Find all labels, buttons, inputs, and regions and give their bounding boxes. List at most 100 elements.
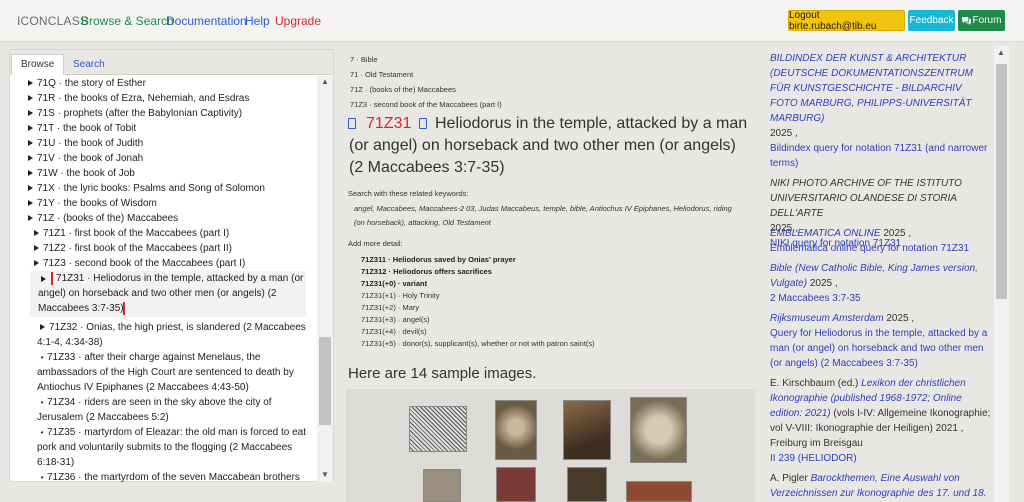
copy-clipboard-icon[interactable] [348, 118, 356, 129]
reference-source[interactable]: BILDINDEX DER KUNST & ARCHITEKTUR (DEUTS… [770, 51, 992, 126]
scroll-down-icon[interactable]: ▼ [321, 470, 329, 479]
scroll-up-icon[interactable]: ▲ [321, 77, 329, 86]
expand-arrow-icon[interactable] [34, 260, 39, 267]
tree-node[interactable]: 71T · the book of Tobit [28, 121, 136, 136]
selected-node-line: Maccabees 3:7-35) [38, 303, 124, 314]
expand-arrow-icon[interactable] [41, 276, 46, 282]
nav-help[interactable]: Help [245, 14, 270, 28]
panel-tabs: Browse Search [10, 50, 333, 75]
breadcrumb[interactable]: 71Z · (books of the) Maccabees [350, 85, 456, 94]
reference-emblematica: EMBLEMATICA ONLINE 2025 , Emblematica on… [770, 226, 992, 256]
tree-node[interactable]: 71Z32 · Onias, the high priest, is sland… [40, 320, 306, 335]
tree-node[interactable]: 71Z1 · first book of the Maccabees (part… [34, 226, 229, 241]
expand-arrow-icon[interactable] [28, 80, 33, 87]
detail-item[interactable]: 71Z31(+4) · devil(s) [361, 327, 427, 336]
breadcrumb[interactable]: 7 · Bible [350, 55, 378, 64]
tree-node[interactable]: 71R · the books of Ezra, Nehemiah, and E… [28, 91, 249, 106]
detail-item[interactable]: 71Z311 · Heliodorus saved by Onias' pray… [361, 255, 516, 264]
scroll-up-icon[interactable]: ▲ [997, 48, 1005, 57]
tree-scrollbar-thumb[interactable] [319, 337, 331, 425]
tree-node[interactable]: 71Y · the books of Wisdom [28, 196, 157, 211]
sample-image[interactable] [626, 481, 692, 502]
reference-year: 2025 , [886, 313, 915, 324]
expand-arrow-icon[interactable] [28, 185, 33, 192]
expand-arrow-icon[interactable] [28, 110, 33, 117]
reference-link[interactable]: Emblematica online query for notation 71… [770, 243, 969, 254]
forum-button[interactable]: Forum [958, 10, 1005, 31]
tree-node[interactable]: 71Z3 · second book of the Maccabees (par… [34, 256, 245, 271]
sample-image[interactable] [495, 400, 537, 460]
breadcrumb[interactable]: 71Z3 · second book of the Maccabees (par… [350, 100, 502, 109]
keywords-list[interactable]: angel, Maccabees, Maccabees-2 03, Judas … [354, 202, 734, 230]
expand-arrow-icon[interactable] [28, 95, 33, 102]
expand-arrow-icon[interactable] [28, 170, 33, 177]
tree-leaf[interactable]: • 71Z33 · after their charge against Mene… [37, 350, 261, 365]
reference-source: NIKI PHOTO ARCHIVE OF THE ISTITUTO UNIVE… [770, 178, 962, 219]
feedback-button[interactable]: Feedback [908, 10, 955, 31]
sample-image[interactable] [567, 467, 607, 502]
reference-link[interactable]: II 239 (HELIODOR) [770, 453, 857, 464]
reference-link[interactable]: Bildindex query for notation 71Z31 (and … [770, 143, 987, 169]
tree-node[interactable]: 71Z · (books of the) Maccabees [28, 211, 178, 226]
reference-source[interactable]: Bible (New Catholic Bible, King James ve… [770, 263, 978, 289]
expand-arrow-icon[interactable] [34, 230, 39, 237]
reference-year: 2025 , [770, 128, 798, 139]
tree-node[interactable]: 71Q · the story of Esther [28, 76, 146, 91]
detail-item[interactable]: 71Z31(+1) · Holy Trinity [361, 291, 440, 300]
tree-node[interactable]: 71W · the book of Job [28, 166, 135, 181]
sample-image[interactable] [563, 400, 611, 460]
tree-leaf[interactable]: • 71Z34 · riders are seen in the sky abov… [37, 395, 272, 410]
expand-arrow-icon[interactable] [34, 245, 39, 252]
references-column: BILDINDEX DER KUNST & ARCHITEKTUR (DEUTS… [764, 46, 994, 502]
page-scrollbar-thumb[interactable] [996, 64, 1007, 299]
chat-icon [961, 16, 971, 25]
expand-arrow-icon[interactable] [28, 215, 33, 222]
expand-arrow-icon[interactable] [40, 324, 45, 331]
sample-image[interactable] [630, 397, 687, 463]
expand-arrow-icon[interactable] [28, 200, 33, 207]
reference-year: 2025 , [883, 228, 912, 239]
selection-marker [51, 272, 53, 285]
tree-node[interactable]: 71X · the lyric books: Psalms and Song o… [28, 181, 265, 196]
selected-node-line: angel) on horseback and two other men (o… [38, 288, 277, 299]
notation-detail: 7 · Bible 71 · Old Testament 71Z · (book… [343, 46, 755, 502]
reference-source[interactable]: EMBLEMATICA ONLINE [770, 228, 881, 239]
expand-arrow-icon[interactable] [28, 125, 33, 132]
sample-image[interactable] [496, 467, 536, 502]
expand-arrow-icon[interactable] [28, 140, 33, 147]
breadcrumb[interactable]: 71 · Old Testament [350, 70, 413, 79]
detail-item[interactable]: 71Z31(+2) · Mary [361, 303, 419, 312]
sample-image[interactable] [423, 469, 461, 502]
tree-node[interactable]: 71U · the book of Judith [28, 136, 143, 151]
detail-item[interactable]: 71Z312 · Heliodorus offers sacrifices [361, 267, 492, 276]
tree-leaf[interactable]: • 71Z36 · the martyrdom of the seven Macc… [37, 470, 300, 482]
logout-button[interactable]: Logout birte.rubach@tib.eu [788, 10, 905, 32]
tree-node[interactable]: 71S · prophets (after the Babylonian Cap… [28, 106, 242, 121]
detail-item[interactable]: 71Z31(+0) · variant [361, 279, 427, 288]
brand-logo[interactable]: ICONCLASS [17, 14, 88, 28]
sample-image[interactable] [409, 406, 467, 452]
reference-link[interactable]: Query for Heliodorus in the temple, atta… [770, 328, 987, 369]
tree-leaf[interactable]: • 71Z35 · martyrdom of Eleazar: the old m… [37, 425, 306, 440]
detail-item[interactable]: 71Z31(+5) · donor(s), supplicant(s), whe… [361, 339, 595, 348]
reference-pigler: A. Pigler Barockthemen, Eine Auswahl von… [770, 471, 992, 501]
reference-rijksmuseum: Rijksmuseum Amsterdam 2025 , Query for H… [770, 311, 992, 371]
selection-marker [123, 302, 125, 315]
tree-node[interactable]: 71V · the book of Jonah [28, 151, 143, 166]
tab-browse[interactable]: Browse [11, 54, 65, 75]
expand-arrow-icon[interactable] [28, 155, 33, 162]
sample-image-gallery [346, 389, 755, 502]
nav-documentation[interactable]: Documentation [166, 14, 247, 28]
tab-search[interactable]: Search [64, 54, 114, 75]
tree-node[interactable]: 71Z2 · first book of the Maccabees (part… [34, 241, 232, 256]
detail-item[interactable]: 71Z31(+3) · angel(s) [361, 315, 430, 324]
top-navbar: ICONCLASS Browse & Search Documentation … [0, 0, 1024, 42]
reference-link[interactable]: 2 Maccabees 3:7-35 [770, 293, 861, 304]
notation-code: 71Z31 [366, 115, 412, 132]
selected-tree-node[interactable]: 71Z31 · Heliodorus in the temple, attack… [30, 271, 306, 317]
copy-clipboard-icon[interactable] [419, 118, 427, 129]
nav-browse-search[interactable]: Browse & Search [81, 14, 174, 28]
tree-node-cont: pork and voluntarily submits to the flog… [37, 442, 293, 453]
reference-source[interactable]: Rijksmuseum Amsterdam [770, 313, 884, 324]
nav-upgrade[interactable]: Upgrade [275, 14, 321, 28]
